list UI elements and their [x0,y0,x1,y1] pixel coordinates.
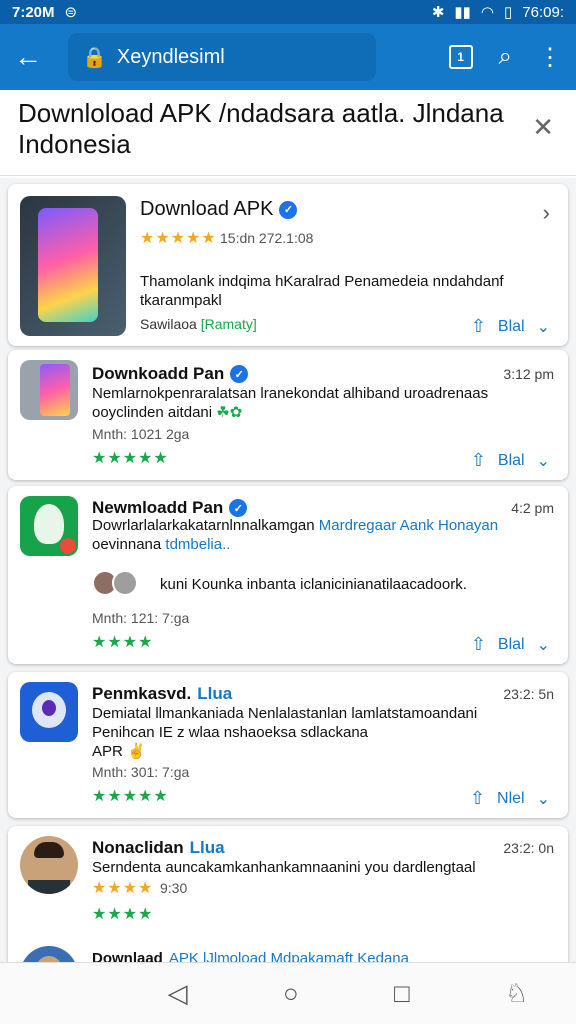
chevron-down-icon[interactable]: ⌄ [537,317,550,337]
item-meta: 15:dn 272.1:08 [220,230,314,246]
action-label[interactable]: Blal [498,636,525,654]
share-icon[interactable]: ⇧ [471,316,486,337]
verified-icon: ✓ [230,365,249,383]
status-time: 7:20M [12,3,55,21]
item-time: 23:2: 0n [503,840,554,856]
app-thumbnail [20,496,78,556]
item-title[interactable]: Nonaclidan Llua [92,838,225,858]
item-actions: ⇧ Nlel ⌄ [470,788,550,809]
nav-assist-icon[interactable]: ♘ [505,978,528,1009]
list-item[interactable]: Newmloadd Pan ✓ 4:2 pm Dowrlarlalarkakat… [8,486,568,664]
share-icon[interactable]: ⇧ [470,788,485,809]
url-text: Xeyndlesiml [116,45,225,68]
rating-stars: ★★★★★ [92,788,169,805]
rating-stars: ★★★★ [92,634,154,651]
share-icon[interactable]: ⇧ [471,450,486,471]
item-sub: Sawilaoa [Ramaty] [140,316,257,332]
nav-recents-icon[interactable]: □ [394,978,410,1009]
battery-icon: ▯ [504,4,513,21]
verified-icon: ✓ [279,200,298,219]
rating-stars: ★★★★ [92,880,154,897]
item-title[interactable]: Downkoadd Pan ✓ [92,364,249,384]
item-description: Nemlarnokpenraralatsan lranekondat alhib… [92,385,489,421]
list-item[interactable]: Downlaad APK lJlmoload Mdpakamaft Kedana [8,946,568,962]
app-thumbnail [20,360,78,420]
share-icon[interactable]: ⇧ [471,634,486,655]
wifi-icon: ◠ [480,4,495,21]
verified-icon: ✓ [229,499,248,517]
avatar [112,570,138,596]
chevron-down-icon[interactable]: ⌄ [537,451,550,471]
item-time: 3:12 pm [503,366,554,382]
commenter-avatars [92,570,138,596]
nav-back-icon[interactable]: ◁ [168,978,188,1009]
phone-thumbnail [20,196,126,336]
item-actions: ⇧ Blal ⌄ [471,316,550,337]
item-description: Dowrlarlalarkakatarnlnnalkamgan Mardrega… [92,517,499,553]
avatar [20,836,78,894]
signal-icon: ▮▮ [454,4,471,21]
item-title[interactable]: Penmkasvd. Llua [92,684,232,704]
chevron-down-icon[interactable]: ⌄ [537,789,550,809]
item-time: 23:2: 5n [503,686,554,702]
app-bar: ← 🔒 Xeyndlesiml 1 ⌕ ⋮ [0,24,576,90]
rating-stars: ★★★★★ [92,450,169,467]
item-description: Demiatal llmankaniada Nenlalastanlan lam… [92,705,478,760]
list-item[interactable]: Penmkasvd. Llua 23:2: 5n Demiatal llmank… [8,672,568,818]
page-header: Downloload APK /ndadsara aatla. Jlndana … [0,90,576,176]
tabs-icon[interactable]: 1 [448,45,473,69]
item-title[interactable]: Downlaad APK lJlmoload Mdpakamaft Kedana [92,950,409,962]
notification-icon: ⊜ [64,4,78,21]
action-label[interactable]: Nlel [497,790,525,808]
search-icon[interactable]: ⌕ [499,43,512,71]
nav-home-icon[interactable]: ○ [283,978,299,1009]
system-nav-bar: ◁ ○ □ ♘ [0,962,576,1024]
item-meta: Mnth: 1021 2ga [92,426,190,442]
item-title[interactable]: Download APK ✓ [140,198,298,221]
more-vert-icon[interactable]: ⋮ [538,43,562,72]
status-clock-right: 76:09: [522,3,564,21]
chevron-right-icon[interactable]: › [543,200,550,226]
rating-stars: ★★★★★ [140,230,217,247]
item-meta: 9:30 [160,880,188,896]
bluetooth-icon: ✱ [431,4,445,21]
back-arrow-icon[interactable]: ← [14,41,58,73]
list-item[interactable]: Downkoadd Pan ✓ 3:12 pm Nemlarnokpenrara… [8,350,568,480]
rating-stars: ★★★★ [92,906,154,923]
list-item[interactable]: Download APK ✓ › ★★★★★ 15:dn 272.1:08 Th… [8,184,568,346]
item-title[interactable]: Newmloadd Pan ✓ [92,498,248,518]
action-label[interactable]: Blal [498,452,525,470]
item-meta: Mnth: 121: 7:ga [92,610,190,626]
list-item[interactable]: Nonaclidan Llua 23:2: 0n Serndenta aunca… [8,826,568,962]
item-actions: ⇧ Blal ⌄ [471,450,550,471]
app-thumbnail [20,682,78,742]
item-description: Thamolank indqima hKaralrad Penamedeia n… [140,273,504,309]
chevron-down-icon[interactable]: ⌄ [537,635,550,655]
item-actions: ⇧ Blal ⌄ [471,634,550,655]
status-bar: 7:20M ⊜ ✱ ▮▮ ◠ ▯ 76:09: [0,0,576,24]
lock-icon: 🔒 [82,46,107,69]
close-icon[interactable]: ✕ [532,112,554,143]
item-comment: kuni Kounka inbanta iclanicinianatilaaca… [160,576,467,593]
avatar [20,946,78,962]
item-description: Serndenta auncakamkanhankamnaanini you d… [92,859,476,876]
url-bar[interactable]: 🔒 Xeyndlesiml [68,33,376,81]
results-feed: Download APK ✓ › ★★★★★ 15:dn 272.1:08 Th… [0,178,576,962]
item-time: 4:2 pm [511,500,554,516]
item-meta: Mnth: 301: 7:ga [92,764,190,780]
action-label[interactable]: Blal [498,318,525,336]
page-title: Downloload APK /ndadsara aatla. Jlndana … [18,98,504,159]
